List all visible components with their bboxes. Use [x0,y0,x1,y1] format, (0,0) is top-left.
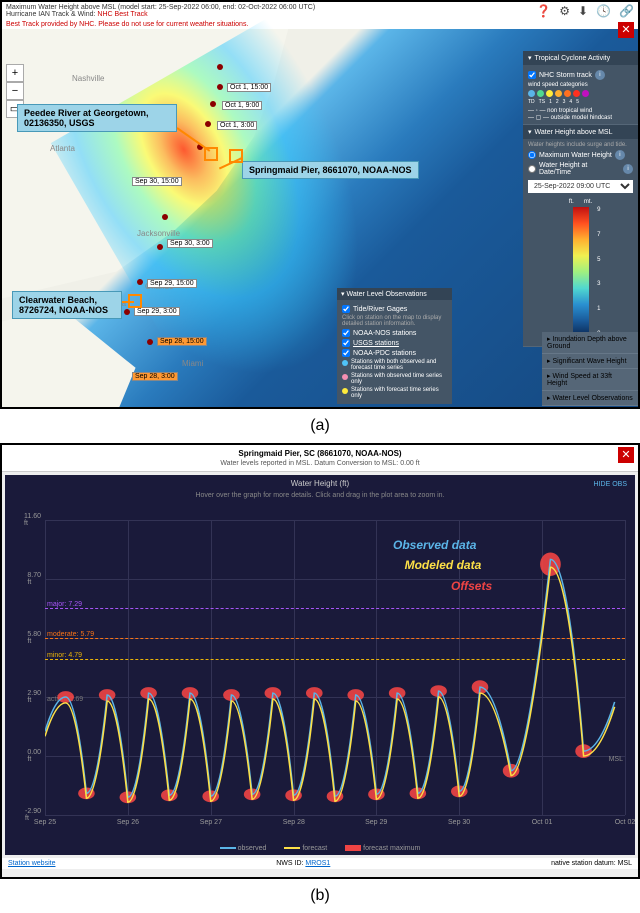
chart-title: Water Height (ft) [5,475,635,492]
chart-header: Springmaid Pier, SC (8661070, NOAA-NOS) … [2,445,638,472]
zoom-out-button[interactable]: − [6,82,24,100]
zoom-in-button[interactable]: + [6,64,24,82]
max-wh-radio[interactable] [528,151,536,159]
panel-b-figure: Springmaid Pier, SC (8661070, NOAA-NOS) … [0,443,640,879]
obs-check[interactable] [342,349,350,357]
callout-peedee: Peedee River at Georgetown, 02136350, US… [17,104,177,132]
gear-icon[interactable]: ⚙ [559,4,570,18]
caption-b: (b) [0,887,640,905]
chart-instruction: Hover over the graph for more details. C… [5,492,635,499]
track-point[interactable] [217,64,223,70]
track-info: NHC Best Track [97,11,147,18]
obs-note: Click on station on the map to display d… [342,315,447,327]
header-warning: Best Track provided by NHC. Please do no… [2,20,638,29]
track-point[interactable] [137,279,143,285]
obs-check[interactable] [342,329,350,337]
wh-note: Water heights include surge and tide. [528,142,633,148]
callout-line [122,301,134,303]
map-panel: Maximum Water Height above MSL (model st… [2,2,638,407]
callout-clearwater: Clearwater Beach, 8726724, NOAA-NOS [12,291,122,319]
city-miami: Miami [182,359,203,368]
track-label: Oct 1, 3:00 [217,121,257,130]
observation-panel: ▾ Water Level Observations Tide/River Ga… [337,288,452,404]
cat-dot-icon [582,90,589,97]
track-label: Oct 1, 15:00 [227,83,271,92]
callout-springmaid: Springmaid Pier, 8661070, NOAA-NOS [242,161,419,179]
track-point[interactable] [124,309,130,315]
chart-area[interactable]: Water Height (ft) Hover over the graph f… [5,475,635,855]
clock-icon[interactable]: 🕓 [596,4,611,18]
track-label: Sep 28, 15:00 [157,337,207,346]
info-icon[interactable]: i [623,164,633,174]
city-nashville: Nashville [72,74,104,83]
obs-header[interactable]: ▾ Water Level Observations [337,288,452,300]
nws-id-link[interactable]: MROS1 [305,860,330,867]
station-website-link[interactable]: Station website [8,860,55,867]
cat-legend [528,90,633,97]
cat-dot-icon [555,90,562,97]
sb-wh-header[interactable]: ▾ Water Height above MSL [523,125,638,139]
city-atlanta: Atlanta [50,144,75,153]
link-icon[interactable]: 🔗 [619,4,634,18]
chart-legend: observed forecast forecast maximum [5,845,635,852]
track-point[interactable] [157,244,163,250]
track-label: Sep 29, 15:00 [147,279,197,288]
cat-dot-icon [546,90,553,97]
map-header: Maximum Water Height above MSL (model st… [2,2,638,20]
header-icons: ❓ ⚙ ⬇ 🕓 🔗 [536,4,634,18]
sb-collapsed[interactable]: ▸ Significant Wave Height [542,354,638,369]
chart-footer: Station website NWS ID: MROS1 native sta… [2,858,638,869]
map-sidebar: ▾ Tropical Cyclone Activity NHC Storm tr… [523,51,638,347]
obs-dot-icon [342,388,348,394]
chart-station-title: Springmaid Pier, SC (8661070, NOAA-NOS) [238,449,401,458]
track-label: Sep 29, 3:00 [134,307,180,316]
chart-panel: Springmaid Pier, SC (8661070, NOAA-NOS) … [2,445,638,877]
header-title: Maximum Water Height above MSL (model st… [6,4,315,11]
sb-tca-header[interactable]: ▾ Tropical Cyclone Activity [523,51,638,65]
sb-collapsed[interactable]: ▸ Inundation Depth above Ground [542,332,638,354]
info-icon[interactable]: i [595,70,605,80]
track-prefix: Hurricane IAN Track & Wind: [6,11,97,18]
colorbar: ft. mt. 9 7 5 3 1 0 [528,195,633,343]
cat-dot-icon [564,90,571,97]
obs-body: Tide/River Gages Click on station on the… [337,300,452,404]
datum-label: native station datum: MSL [551,860,632,867]
cat-dot-icon [537,90,544,97]
track-point[interactable] [210,101,216,107]
sb-collapsed[interactable]: ▸ Water Level Observations [542,391,638,406]
wind-cat-label: wind speed categories [528,82,633,88]
sb-collapsed[interactable]: ▸ Wind Speed at 33ft Height [542,369,638,391]
datetime-select[interactable]: 25-Sep-2022 09:00 UTC [528,180,633,193]
map-area[interactable]: + − ▭ Nashville Atlanta Jacksonville Orl… [2,29,638,407]
track-point[interactable] [217,84,223,90]
collapsed-sections: ▸ Inundation Depth above Ground ▸ Signif… [542,332,638,406]
help-icon[interactable]: ❓ [536,4,551,18]
cat-dot-icon [528,90,535,97]
info-icon[interactable]: i [615,150,625,160]
nhc-track-check[interactable] [528,71,536,79]
panel-a-figure: Maximum Water Height above MSL (model st… [0,0,640,409]
chart-svg [45,520,625,815]
close-icon[interactable]: ✕ [618,447,634,463]
close-icon[interactable]: ✕ [618,22,634,38]
plot-region[interactable]: 11.60 ft 8.70 ft 5.80 ft 2.90 ft 0.00 ft… [45,520,625,815]
obs-check[interactable] [342,339,350,347]
tide-gages-check[interactable] [342,305,350,313]
track-point[interactable] [205,121,211,127]
track-label: Sep 30, 15:00 [132,177,182,186]
track-point[interactable] [162,214,168,220]
obs-dot-icon [342,360,348,366]
city-jacksonville: Jacksonville [137,229,180,238]
track-label: Sep 28, 3:00 [132,372,178,381]
track-label: Oct 1, 9:00 [222,101,262,110]
caption-a: (a) [0,417,640,435]
download-icon[interactable]: ⬇ [578,4,588,18]
chart-station-sub: Water levels reported in MSL. Datum Conv… [220,460,419,467]
hide-obs-toggle[interactable]: HIDE OBS [594,481,627,488]
obs-dot-icon [342,374,348,380]
wh-datetime-radio[interactable] [528,165,536,173]
track-label: Sep 30, 3:00 [167,239,213,248]
cat-dot-icon [573,90,580,97]
track-point[interactable] [147,339,153,345]
